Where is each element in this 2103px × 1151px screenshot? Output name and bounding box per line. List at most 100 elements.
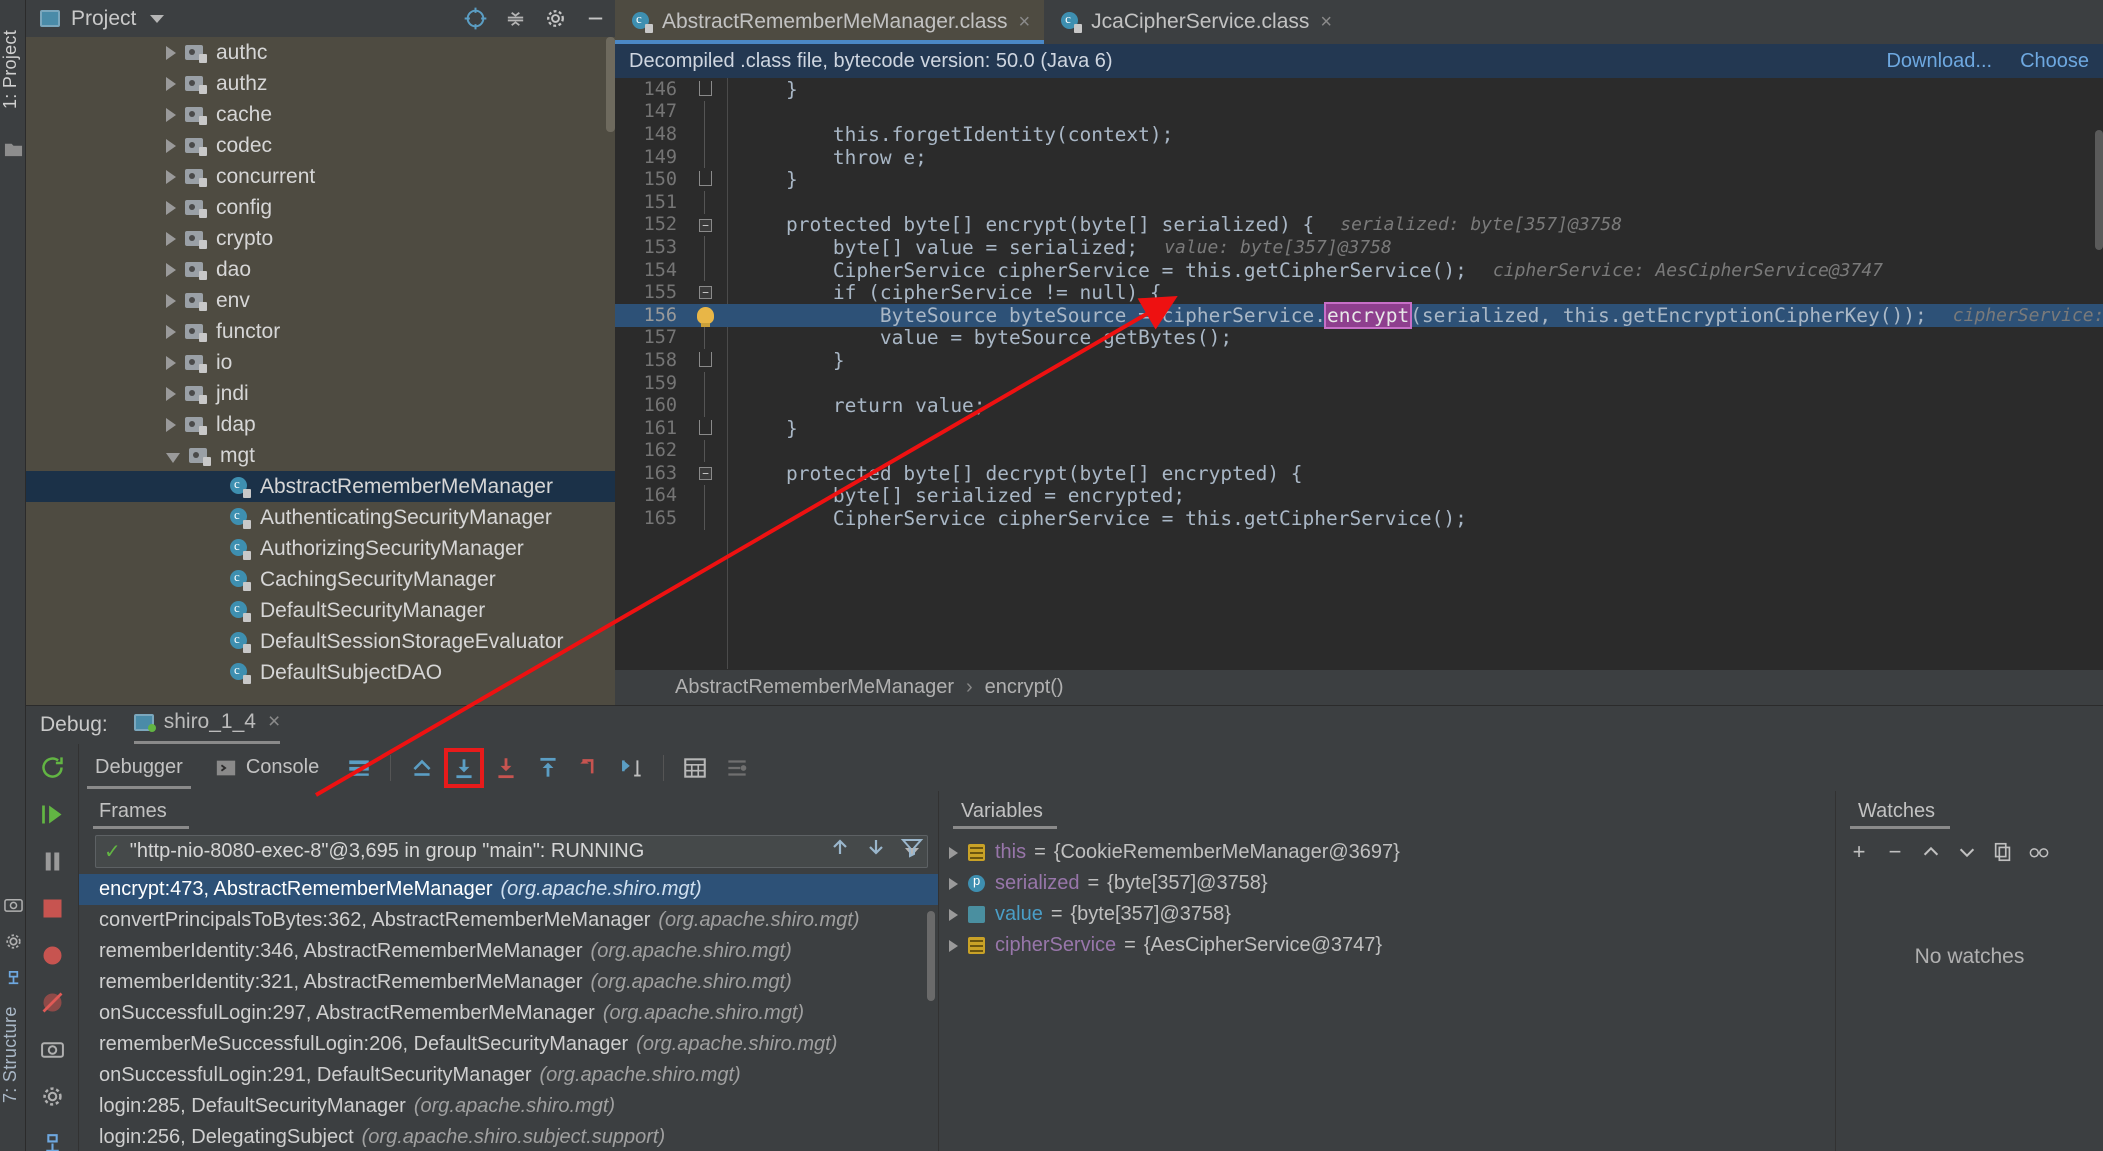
chevron-right-icon[interactable]	[166, 107, 176, 122]
code-line[interactable]: 157 value = byteSource.getBytes();	[615, 326, 2103, 349]
code-line[interactable]: 151	[615, 190, 2103, 214]
code-line[interactable]: 147	[615, 100, 2103, 124]
code-line[interactable]: 152 − protected byte[] encrypt(byte[] ser…	[615, 213, 2103, 237]
watches-title[interactable]: Watches	[1836, 791, 2103, 831]
fold-end-icon[interactable]	[699, 419, 712, 435]
code-gutter[interactable]	[687, 304, 727, 327]
chevron-right-icon[interactable]	[166, 417, 176, 432]
frame-row[interactable]: onSuccessfulLogin:297, AbstractRememberM…	[79, 998, 938, 1029]
code-gutter[interactable]	[687, 145, 727, 169]
glasses-icon[interactable]	[2028, 841, 2050, 863]
tab-console[interactable]: Console	[199, 744, 335, 791]
chevron-right-icon[interactable]	[166, 355, 176, 370]
evaluate-expression-icon[interactable]	[679, 752, 711, 784]
code-line[interactable]: 165 CipherService cipherService = this.g…	[615, 507, 2103, 530]
frame-row[interactable]: login:256, DelegatingSubject (org.apache.…	[79, 1122, 938, 1151]
project-tree[interactable]: authc authz cache codec concurrent config cryp…	[26, 37, 615, 705]
chevron-right-icon[interactable]	[166, 386, 176, 401]
variable-row[interactable]: this = {CookieRememberMeManager@3697}	[939, 837, 1835, 868]
code-gutter[interactable]	[687, 100, 727, 124]
chevron-right-icon[interactable]	[166, 324, 176, 339]
code-line[interactable]: 163 − protected byte[] decrypt(byte[] enc…	[615, 462, 2103, 485]
fold-end-icon[interactable]	[699, 352, 712, 368]
code-line[interactable]: 149 throw e;	[615, 146, 2103, 169]
code-line[interactable]: 158 }	[615, 349, 2103, 372]
project-tree-item[interactable]: c DefaultSecurityManager	[26, 595, 615, 626]
banner-link[interactable]: Choose	[2020, 50, 2089, 73]
code-gutter[interactable]	[687, 236, 727, 259]
sidebar-tab-structure[interactable]: 7: Structure	[0, 990, 26, 1120]
copy-icon[interactable]	[1992, 841, 2014, 863]
step-into-icon[interactable]	[490, 752, 522, 784]
pin-icon[interactable]	[4, 969, 23, 988]
code-line[interactable]: 153 byte[] value = serialized; value: byt…	[615, 236, 2103, 259]
chevron-right-icon[interactable]	[166, 293, 176, 308]
add-icon[interactable]: +	[1848, 839, 1870, 864]
screenshot-icon[interactable]	[4, 895, 23, 914]
frame-row[interactable]: encrypt:473, AbstractRememberMeManager (o…	[79, 874, 938, 905]
chevron-right-icon[interactable]	[949, 908, 958, 921]
collapse-all-icon[interactable]	[495, 0, 535, 37]
fold-end-icon[interactable]	[699, 171, 712, 187]
project-tree-item[interactable]: codec	[26, 130, 615, 161]
step-over-icon[interactable]	[444, 747, 485, 788]
variable-row[interactable]: value = {byte[357]@3758}	[939, 899, 1835, 930]
code-line[interactable]: 159	[615, 371, 2103, 395]
project-tree-item[interactable]: c CachingSecurityManager	[26, 564, 615, 595]
project-tree-item[interactable]: ldap	[26, 409, 615, 440]
view-breakpoints-icon[interactable]	[26, 932, 79, 979]
project-tree-item[interactable]: jndi	[26, 378, 615, 409]
code-line[interactable]: 154 CipherService cipherService = this.g…	[615, 259, 2103, 282]
screenshot-icon[interactable]	[26, 1026, 79, 1073]
project-tree-item[interactable]: crypto	[26, 223, 615, 254]
project-tree-item[interactable]: config	[26, 192, 615, 223]
intention-bulb-icon[interactable]	[697, 306, 714, 327]
pause-program-icon[interactable]	[26, 838, 79, 885]
code-line[interactable]: 164 byte[] serialized = encrypted;	[615, 484, 2103, 507]
breadcrumb-method[interactable]: encrypt()	[985, 676, 1064, 699]
chevron-right-icon[interactable]	[166, 169, 176, 184]
chevron-right-icon[interactable]	[166, 262, 176, 277]
project-tree-item[interactable]: c DefaultSessionStorageEvaluator	[26, 626, 615, 657]
frames-scrollbar[interactable]	[927, 911, 935, 1001]
chevron-right-icon[interactable]	[166, 45, 176, 60]
sidebar-tab-project[interactable]: 1: Project	[0, 4, 26, 134]
gear-icon[interactable]	[535, 0, 575, 37]
code-gutter[interactable]: −	[687, 281, 727, 304]
frame-row[interactable]: rememberIdentity:346, AbstractRememberMe…	[79, 936, 938, 967]
move-down-icon[interactable]	[1956, 841, 1978, 863]
selected-token[interactable]: encrypt	[1323, 301, 1413, 329]
filter-icon[interactable]	[900, 835, 924, 859]
project-tree-item[interactable]: c AuthenticatingSecurityManager	[26, 502, 615, 533]
code-gutter[interactable]	[687, 417, 727, 440]
project-tree-item[interactable]: functor	[26, 316, 615, 347]
debug-configuration-tab[interactable]: shiro_1_4 ×	[133, 710, 280, 744]
code-gutter[interactable]	[687, 394, 727, 417]
remove-icon[interactable]: −	[1884, 839, 1906, 864]
chevron-right-icon[interactable]	[949, 877, 958, 890]
code-gutter[interactable]	[687, 123, 727, 146]
frame-row[interactable]: rememberMeSuccessfulLogin:206, DefaultSe…	[79, 1029, 938, 1060]
chevron-right-icon[interactable]	[949, 939, 958, 952]
settings-icon[interactable]	[26, 1073, 79, 1120]
close-icon[interactable]: ×	[1320, 11, 1332, 34]
code-gutter[interactable]: −	[687, 462, 727, 485]
gear-icon[interactable]	[4, 932, 23, 951]
code-line[interactable]: 146 }	[615, 78, 2103, 101]
code-line[interactable]: 162	[615, 439, 2103, 463]
breadcrumb[interactable]: AbstractRememberMeManager › encrypt()	[615, 669, 2103, 705]
code-gutter[interactable]	[687, 507, 727, 530]
project-tree-item[interactable]: c AbstractRememberMeManager	[26, 471, 615, 502]
project-tree-item[interactable]: authz	[26, 68, 615, 99]
close-icon[interactable]: ×	[268, 710, 280, 734]
frame-row[interactable]: convertPrincipalsToBytes:362, AbstractRe…	[79, 905, 938, 936]
project-tree-item[interactable]: authc	[26, 37, 615, 68]
project-tree-item[interactable]: cache	[26, 99, 615, 130]
banner-link[interactable]: Download...	[1886, 50, 1992, 73]
tab-debugger[interactable]: Debugger	[79, 744, 199, 791]
stop-program-icon[interactable]	[26, 885, 79, 932]
project-tree-item[interactable]: concurrent	[26, 161, 615, 192]
pin-icon[interactable]	[26, 1120, 79, 1151]
code-gutter[interactable]: −	[687, 214, 727, 237]
project-scrollbar[interactable]	[606, 37, 615, 132]
